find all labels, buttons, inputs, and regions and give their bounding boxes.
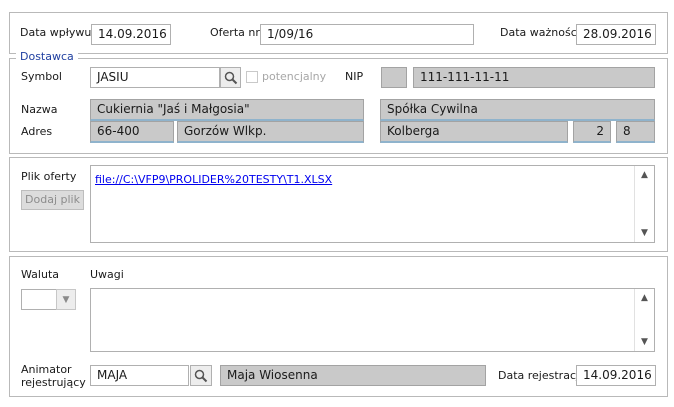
nazwa-label: Nazwa [21, 103, 58, 116]
data-waznosci-field[interactable]: 28.09.2016 [576, 24, 656, 45]
data-rejestracji-field[interactable]: 14.09.2016 [576, 365, 656, 386]
data-wplywu-label: Data wpływu [20, 26, 92, 39]
oferta-nr-label: Oferta nr [210, 26, 260, 39]
waluta-label: Waluta [21, 268, 59, 281]
nip-label: NIP [345, 70, 364, 83]
animator-label-line1: Animator [21, 363, 72, 376]
chevron-down-icon: ▼ [62, 294, 70, 305]
uwagi-scrollbar[interactable]: ▲ ▼ [634, 289, 654, 351]
animator-search-button[interactable] [190, 365, 212, 386]
animator-label-line2: rejestrujący [21, 376, 86, 389]
scroll-down-icon[interactable]: ▼ [635, 228, 654, 238]
potencjalny-label: potencjalny [262, 70, 327, 83]
dodaj-plik-button[interactable]: Dodaj plik [21, 190, 84, 210]
adres-label: Adres [21, 125, 53, 138]
scroll-up-icon[interactable]: ▲ [635, 293, 654, 303]
nazwa-field: Cukiernia "Jaś i Małgosia" [90, 99, 364, 121]
scroll-down-icon[interactable]: ▼ [635, 337, 654, 347]
oferta-nr-field[interactable]: 1/09/16 [260, 24, 474, 45]
nip-prefix-field [381, 67, 407, 88]
uwagi-textarea[interactable] [90, 288, 655, 352]
plik-path-link[interactable]: file://C:\VFP9\PROLIDER%20TESTY\T1.XLSX [95, 173, 332, 186]
data-rejestracji-label: Data rejestracji [498, 369, 583, 382]
search-icon [194, 369, 208, 382]
nr-domu-field: 2 [573, 121, 611, 143]
data-wplywu-field[interactable]: 14.09.2016 [91, 24, 171, 45]
uwagi-label: Uwagi [90, 268, 124, 281]
potencjalny-checkbox[interactable] [246, 71, 258, 83]
plik-path-box[interactable]: file://C:\VFP9\PROLIDER%20TESTY\T1.XLSX [90, 165, 655, 243]
dostawca-section-title: Dostawca [16, 50, 78, 64]
kod-pocztowy-field: 66-400 [90, 121, 174, 143]
plik-oferty-label: Plik oferty [21, 170, 77, 183]
data-waznosci-label: Data ważności [500, 26, 580, 39]
animator-name-field: Maja Wiosenna [220, 365, 486, 386]
nip-field: 111-111-11-11 [413, 67, 655, 88]
plik-scrollbar[interactable]: ▲ ▼ [634, 166, 654, 242]
search-icon [224, 71, 237, 84]
animator-symbol-field[interactable]: MAJA [90, 365, 189, 386]
symbol-search-button[interactable] [220, 67, 241, 88]
ulica-field: Kolberga [380, 121, 568, 143]
nr-lokalu-field: 8 [616, 121, 655, 143]
symbol-field[interactable]: JASIU [90, 67, 220, 88]
miasto-field: Gorzów Wlkp. [177, 121, 364, 143]
nazwa-field-2: Spółka Cywilna [380, 99, 655, 121]
scroll-up-icon[interactable]: ▲ [635, 170, 654, 180]
symbol-label: Symbol [21, 70, 62, 83]
waluta-dropdown-button[interactable]: ▼ [56, 289, 76, 310]
